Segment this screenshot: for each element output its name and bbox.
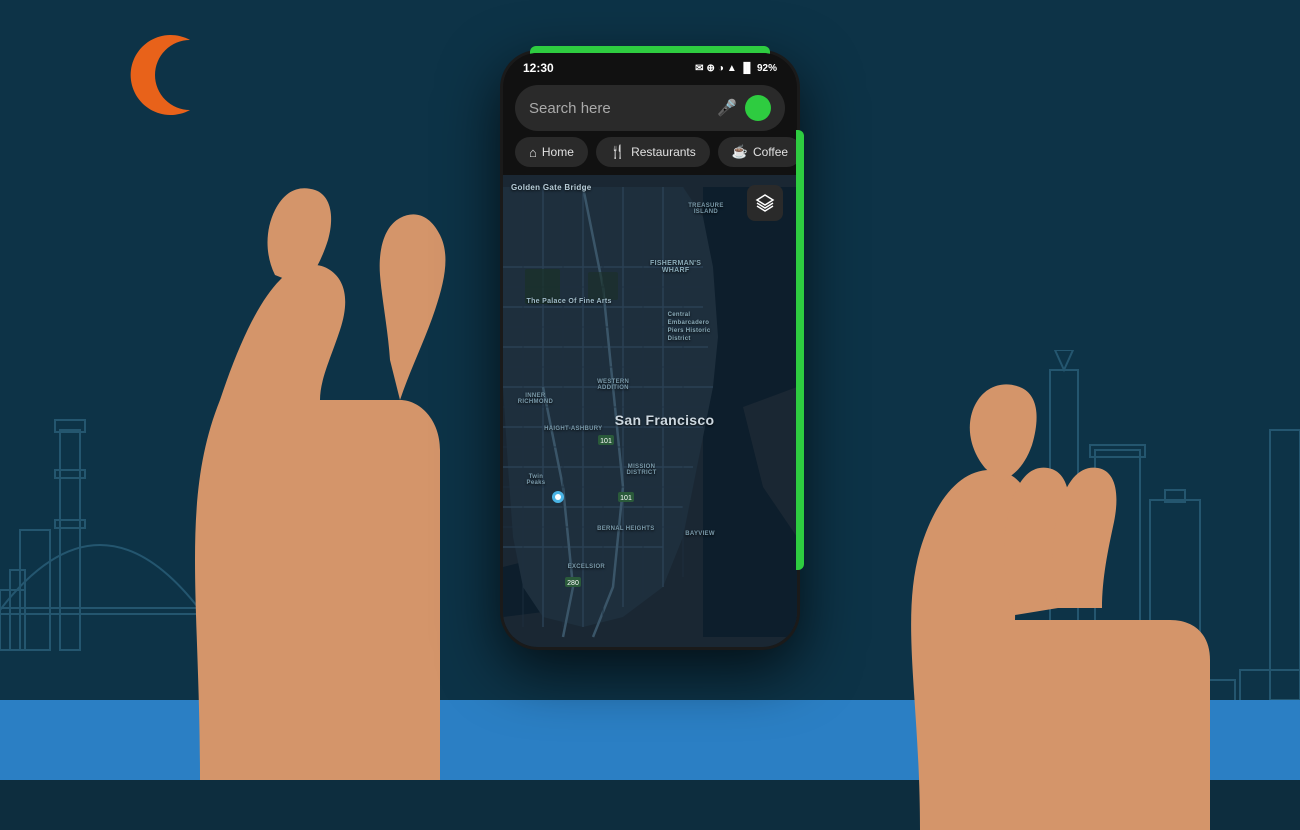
map-label-inner-richmond: INNERRICHMOND [518,393,553,405]
map-label-sf: San Francisco [615,412,715,428]
map-label-bayview: BAYVIEW [685,531,715,537]
status-bar: 12:30 ✉ ⊕ ◑ ▲ ▐▌ 92% [503,53,797,79]
chips-row: ⌂ Home 🍴 Restaurants ☕ Coffee 🍸 B [503,137,797,175]
chip-coffee-label: Coffee [753,145,788,159]
map-label-bernal: BERNAL HEIGHTS [597,526,654,532]
left-hand [120,100,540,780]
search-bar[interactable]: Search here 🎤 [515,85,785,131]
map-label-gg-bridge: Golden Gate Bridge [511,183,592,192]
contrast-icon: ◑ [718,63,724,74]
battery-text: 92% [757,63,777,74]
phone: 12:30 ✉ ⊕ ◑ ▲ ▐▌ 92% Search here 🎤 [500,50,800,650]
map-label-embarcadero: CentralEmbarcaderoPiers HistoricDistrict [668,312,711,343]
email-icon: ✉ [695,63,703,74]
map-label-western-addition: WESTERNADDITION [597,379,629,391]
layers-button[interactable] [747,185,783,221]
map-label-haight: HAIGHT-ASHBURY [544,426,602,432]
chip-coffee[interactable]: ☕ Coffee [718,137,797,167]
svg-text:101: 101 [600,438,612,445]
phone-outer: 12:30 ✉ ⊕ ◑ ▲ ▐▌ 92% Search here 🎤 [500,50,800,650]
svg-text:101: 101 [620,495,632,502]
home-chip-icon: ⌂ [529,145,537,160]
map-label-treasure: TREASUREISLAND [688,203,723,215]
chip-restaurants[interactable]: 🍴 Restaurants [596,137,710,167]
svg-text:280: 280 [567,580,579,587]
mic-icon: 🎤 [717,98,737,118]
wifi-icon: ▲ [727,63,737,74]
search-placeholder: Search here [529,100,709,117]
map-label-excelsior: EXCELSIOR [568,564,605,570]
restaurants-chip-icon: 🍴 [610,144,626,160]
map-svg: 101 280 101 [503,175,797,647]
profile-button[interactable] [745,95,771,121]
signal-icon: ▐▌ [740,63,754,74]
chip-restaurants-label: Restaurants [631,145,696,159]
map-label-palace: The Palace Of Fine Arts [527,298,612,305]
chip-home[interactable]: ⌂ Home [515,137,588,167]
map-label-twin-peaks: TwinPeaks [527,474,546,486]
map-label-mission: MISSIONDISTRICT [626,464,656,476]
chip-home-label: Home [542,145,574,159]
right-hand [860,350,1240,830]
phone-screen: 12:30 ✉ ⊕ ◑ ▲ ▐▌ 92% Search here 🎤 [503,53,797,647]
map-label-fishermans: FISHERMAN'SWHARF [650,260,701,274]
location-icon: ⊕ [706,63,714,74]
map-area[interactable]: 101 280 101 Golden Gate Bridge FISHERMAN… [503,175,797,647]
status-time: 12:30 [523,61,554,75]
coffee-chip-icon: ☕ [732,144,748,160]
status-icons: ✉ ⊕ ◑ ▲ ▐▌ 92% [695,63,777,74]
